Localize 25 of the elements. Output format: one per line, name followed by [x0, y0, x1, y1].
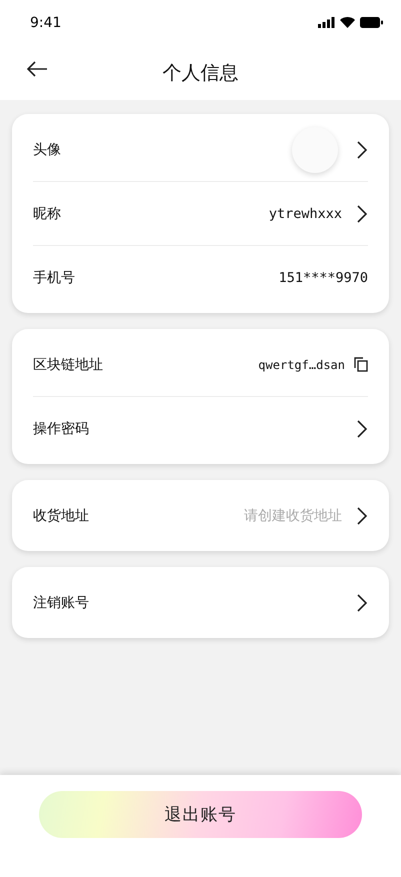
row-label[interactable]: 操作密码 — [33, 420, 342, 438]
chevron-right-icon — [356, 418, 368, 438]
page-title: 个人信息 — [162, 60, 238, 86]
wifi-icon — [340, 17, 355, 28]
row-label[interactable]: 头像 — [33, 140, 292, 158]
battery-icon — [360, 17, 383, 28]
chevron-right-icon — [356, 592, 368, 612]
chevron-right-icon — [356, 140, 368, 160]
row-label[interactable]: 手机号 — [33, 268, 279, 286]
row-label[interactable]: 注销账号 — [33, 594, 342, 612]
copy-icon[interactable] — [354, 357, 368, 372]
signal-icon — [318, 17, 335, 28]
back-button[interactable] — [24, 59, 50, 79]
row-label[interactable]: 区块链地址 — [33, 356, 258, 374]
back-arrow-icon — [26, 61, 48, 77]
chevron-right-icon — [356, 506, 368, 526]
row-label[interactable]: 收货地址 — [33, 506, 244, 524]
row-label[interactable]: 昵称 — [33, 204, 269, 222]
chevron-right-icon — [356, 204, 368, 224]
logout-button[interactable]: 退出账号 — [39, 791, 362, 838]
hint-text: 请创建收货地址 — [244, 506, 342, 524]
nickname-value: ytrewhxxx — [268, 206, 342, 222]
status-time: 9:41 — [30, 14, 62, 30]
address-value: qwertgf…dsan — [258, 358, 345, 372]
phone-value: 151****9970 — [278, 270, 368, 286]
